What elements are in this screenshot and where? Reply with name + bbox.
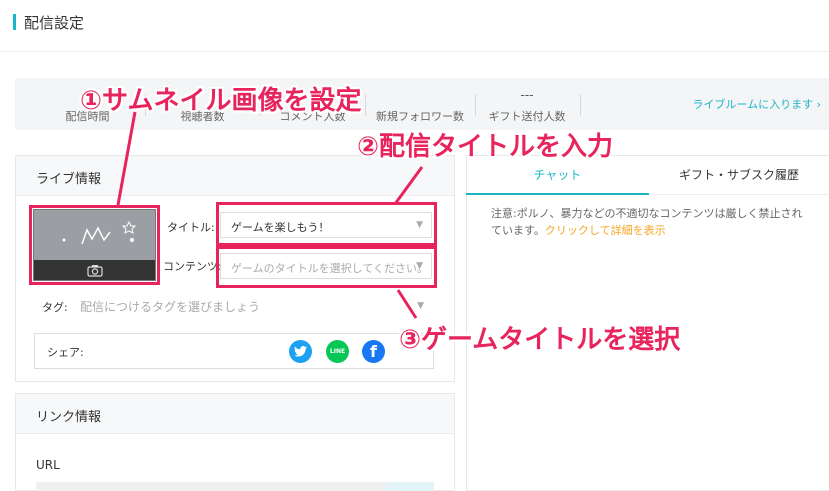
link-info-heading: リンク情報 (36, 410, 102, 425)
url-field[interactable] (36, 482, 386, 491)
chat-notice-details-link[interactable]: クリックして詳細を表示 (545, 224, 666, 237)
annotation-box-title (216, 202, 437, 246)
stat-gift-senders: --- ギフト送付人数 (488, 88, 566, 123)
tag-label: タグ: (42, 301, 68, 314)
stat-new-followers: 新規フォロワー数 (376, 110, 464, 123)
chat-notice: 注意:ポルノ、暴力などの不適切なコンテンツは厳しく禁止されています。クリックして… (491, 205, 809, 239)
share-row: シェア: LINE f (34, 333, 434, 369)
stat-divider (580, 94, 581, 116)
annotation-1: ①サムネイル画像を設定 (80, 86, 362, 116)
tag-select-placeholder: 配信につけるタグを選びましょう (80, 300, 261, 314)
page-header: 配信設定 (0, 0, 829, 52)
live-info-heading: ライブ情報 (36, 172, 102, 187)
annotation-box-content (216, 246, 437, 288)
copy-url-button[interactable] (386, 482, 434, 491)
enter-live-room-link[interactable]: ライブルームに入ります › (692, 96, 821, 112)
tag-select[interactable]: 配信につけるタグを選びましょう ▼ (80, 298, 432, 318)
page: 配信設定 配信時間 視聴者数 コメント人数 新規フォロワー数 --- ギフト送付… (0, 0, 829, 491)
annotation-box-thumbnail (29, 205, 160, 285)
facebook-icon[interactable]: f (362, 340, 385, 363)
link-info-panel: リンク情報 URL (15, 393, 455, 491)
page-title: 配信設定 (24, 14, 85, 32)
line-icon[interactable]: LINE (326, 340, 349, 363)
content-label: コンテンツ: (163, 260, 222, 273)
title-label: タイトル: (167, 221, 215, 234)
tab-gift-subscription-history[interactable]: ギフト・サブスク履歴 (649, 155, 829, 195)
url-label: URL (36, 458, 60, 472)
stat-divider (475, 94, 476, 116)
share-label: シェア: (47, 346, 84, 359)
title-accent-bar (13, 14, 16, 30)
twitter-icon[interactable] (289, 340, 312, 363)
annotation-2: ②配信タイトルを入力 (357, 132, 614, 162)
chevron-down-icon: ▼ (417, 301, 424, 311)
annotation-3: ③ゲームタイトルを選択 (399, 325, 681, 355)
link-info-header: リンク情報 (16, 394, 454, 434)
